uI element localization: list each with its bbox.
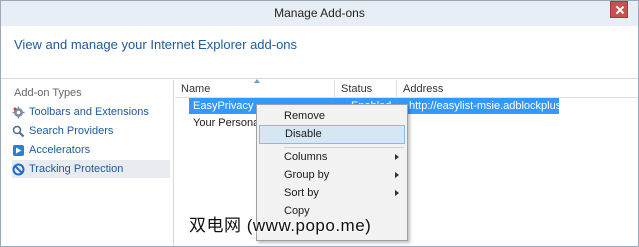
addon-address: http://easylist-msie.adblockplus... (409, 100, 571, 112)
column-header-status[interactable]: Status (335, 80, 397, 98)
sidebar-item-search-providers[interactable]: Search Providers (12, 122, 170, 140)
menu-item-remove[interactable]: Remove (259, 107, 405, 126)
sidebar-item-label: Search Providers (29, 125, 114, 137)
menu-item-columns[interactable]: Columns (259, 148, 405, 167)
menu-item-label: Sort by (284, 187, 319, 199)
column-header-label: Address (403, 83, 444, 95)
sort-ascending-icon (254, 79, 260, 83)
sidebar-item-label: Accelerators (29, 144, 91, 156)
column-header-label: Name (181, 83, 211, 95)
close-button[interactable] (610, 1, 628, 18)
menu-item-disable[interactable]: Disable (259, 125, 405, 144)
sidebar-item-tracking-protection[interactable]: Tracking Protection (12, 160, 170, 178)
sidebar-item-accelerators[interactable]: Accelerators (12, 141, 170, 159)
header-band: View and manage your Internet Explorer a… (1, 26, 638, 79)
menu-item-sort-by[interactable]: Sort by (259, 184, 405, 203)
sidebar-item-toolbars[interactable]: Toolbars and Extensions (12, 103, 170, 121)
column-header-label: Status (341, 83, 373, 95)
no-entry-icon (12, 163, 25, 176)
accelerator-icon (12, 144, 25, 157)
gear-icon (12, 106, 25, 119)
addon-types-pane: Add-on Types Toolbars and Extensions Sea… (1, 80, 174, 246)
submenu-arrow-icon (395, 154, 399, 160)
sidebar-item-label: Tracking Protection (29, 163, 124, 175)
column-header-address[interactable]: Address (397, 80, 638, 98)
title-bar[interactable]: Manage Add-ons (1, 1, 638, 26)
manage-addons-window: Manage Add-ons View and manage your Inte… (0, 0, 639, 247)
addon-name: EasyPrivacy (193, 100, 254, 112)
column-header-name[interactable]: Name (175, 79, 335, 98)
menu-item-group-by[interactable]: Group by (259, 166, 405, 185)
menu-item-label: Disable (285, 128, 322, 140)
window-title: Manage Add-ons (274, 6, 365, 20)
search-icon (12, 125, 25, 138)
menu-item-label: Group by (284, 169, 330, 181)
addon-types-label: Add-on Types (14, 87, 82, 99)
menu-item-label: Remove (284, 110, 325, 122)
menu-item-label: Columns (284, 151, 328, 163)
sidebar-item-label: Toolbars and Extensions (29, 106, 149, 118)
site-watermark: 双电网 (www.popo.me) (189, 216, 372, 235)
submenu-arrow-icon (395, 172, 399, 178)
submenu-arrow-icon (395, 190, 399, 196)
page-heading: View and manage your Internet Explorer a… (14, 37, 298, 52)
